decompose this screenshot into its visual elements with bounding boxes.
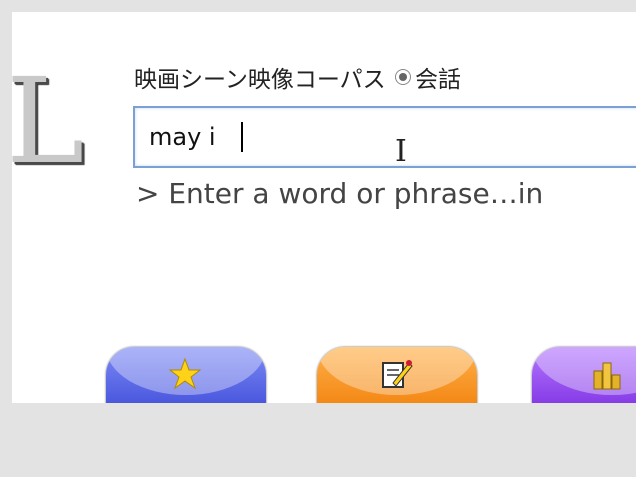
- corpus-selector: 映画シーン映像コーパス 会話: [134, 60, 461, 94]
- text-caret: [241, 122, 243, 152]
- search-input[interactable]: [133, 106, 636, 168]
- star-icon: [168, 357, 202, 390]
- app-icon-d[interactable]: D: [317, 347, 477, 403]
- coins-icon: [593, 362, 621, 390]
- search-box: I: [133, 106, 636, 169]
- conversation-radio[interactable]: [394, 69, 411, 85]
- site-logo: L: [12, 52, 85, 190]
- page-panel: L 映画シーン映像コーパス 会話 I > Enter a word or phr…: [12, 12, 636, 403]
- text-cursor-icon: I: [395, 134, 407, 169]
- search-hint: > Enter a word or phrase…in: [136, 177, 544, 210]
- conversation-radio-label[interactable]: 会話: [415, 67, 461, 93]
- notepad-pen-icon: [382, 360, 413, 388]
- corpus-label: 映画シーン映像コーパス: [134, 67, 386, 93]
- app-icon-b[interactable]: B: [106, 347, 266, 403]
- app-icon-h[interactable]: H: [532, 347, 636, 403]
